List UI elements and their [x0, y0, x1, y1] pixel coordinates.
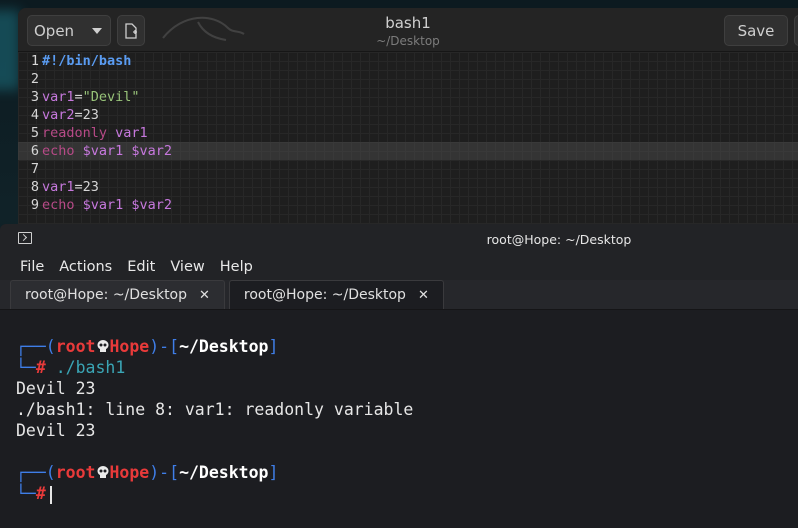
terminal-output[interactable]: ┌──(root Hope)-[~/Desktop] └─# ./bash1 De…: [0, 310, 798, 504]
menu-file[interactable]: File: [20, 254, 44, 280]
line-number: 5: [30, 125, 39, 141]
code-token: "Devil": [82, 89, 140, 105]
tab-terminal-1[interactable]: root@Hope: ~/Desktop ✕: [10, 280, 225, 309]
prompt-line: ┌──(root Hope)-[~/Desktop]: [16, 463, 279, 482]
prompt-user: root: [55, 463, 96, 482]
code-line[interactable]: 1 #!/bin/bash: [18, 52, 798, 70]
menu-help[interactable]: Help: [220, 254, 253, 280]
text-editor-window: Open bash1 ~/Desktop Save 1 #!/bin/bash 2 3…: [18, 8, 798, 230]
line-number: 3: [30, 89, 39, 105]
prompt-user: root: [55, 337, 96, 356]
command-line: └─# ./bash1: [16, 358, 126, 377]
terminal-window: root@Hope: ~/Desktop File Actions Edit V…: [0, 224, 798, 528]
line-number: 8: [30, 179, 39, 195]
hamburger-menu-button[interactable]: [794, 15, 798, 46]
menu-edit[interactable]: Edit: [127, 254, 155, 280]
code-token: var1: [42, 179, 75, 195]
code-line[interactable]: 7: [18, 160, 798, 178]
tab-label: root@Hope: ~/Desktop: [25, 287, 188, 303]
editor-header-bar: Open bash1 ~/Desktop Save: [18, 8, 798, 52]
prompt-path: ~/Desktop: [179, 463, 269, 482]
terminal-title: root@Hope: ~/Desktop: [486, 232, 632, 247]
output-line: Devil 23: [16, 421, 96, 440]
code-token: var2: [42, 107, 75, 123]
prompt-host: Hope: [109, 337, 150, 356]
prompt-host: Hope: [109, 463, 150, 482]
tab-label: root@Hope: ~/Desktop: [243, 287, 406, 303]
save-button[interactable]: Save: [724, 15, 788, 46]
close-icon[interactable]: ✕: [199, 288, 210, 303]
code-token: $var1 $var2: [82, 143, 173, 159]
line-number: 4: [30, 107, 39, 123]
code-line[interactable]: 2: [18, 70, 798, 88]
code-line[interactable]: 6 echo $var1 $var2: [18, 142, 798, 160]
terminal-menubar: File Actions Edit View Help: [0, 254, 798, 280]
command-text: ./bash1: [55, 358, 126, 377]
code-line[interactable]: 5 readonly var1: [18, 124, 798, 142]
code-token: =23: [74, 107, 99, 123]
code-token: echo: [42, 143, 83, 159]
code-area[interactable]: 1 #!/bin/bash 2 3 var1="Devil" 4 var2=23 5 reado…: [18, 52, 798, 230]
text-cursor: [49, 485, 52, 504]
prompt-symbol: #: [35, 358, 46, 377]
output-line: Devil 23: [16, 379, 96, 398]
menu-actions[interactable]: Actions: [59, 254, 112, 280]
desktop-glow: [0, 10, 20, 90]
terminal-tab-bar: root@Hope: ~/Desktop ✕ root@Hope: ~/Desk…: [0, 280, 798, 310]
code-token: =23: [74, 179, 99, 195]
line-number: 9: [30, 197, 39, 213]
close-icon[interactable]: ✕: [418, 288, 429, 303]
line-number: 2: [30, 71, 39, 87]
skull-icon: [97, 466, 108, 478]
output-line: ./bash1: line 8: var1: readonly variable: [16, 400, 414, 419]
code-token: echo: [42, 197, 83, 213]
line-number: 6: [30, 143, 39, 159]
code-line[interactable]: 9 echo $var1 $var2: [18, 196, 798, 214]
skull-icon: [97, 340, 108, 352]
code-token: var1: [42, 89, 75, 105]
editor-title: bash1: [385, 14, 431, 32]
code-token: #!/bin/bash: [42, 53, 132, 69]
input-line[interactable]: └─#: [16, 483, 798, 504]
editor-subtitle: ~/Desktop: [376, 34, 440, 48]
code-line[interactable]: 4 var2=23: [18, 106, 798, 124]
code-line[interactable]: 3 var1="Devil": [18, 88, 798, 106]
code-line[interactable]: 8 var1=23: [18, 178, 798, 196]
code-token: var1: [115, 125, 148, 141]
line-number: 7: [30, 161, 39, 177]
prompt-symbol: #: [35, 484, 46, 503]
menu-view[interactable]: View: [170, 254, 204, 280]
terminal-title-bar: root@Hope: ~/Desktop: [0, 224, 798, 254]
tab-terminal-2[interactable]: root@Hope: ~/Desktop ✕: [228, 280, 444, 309]
prompt-path: ~/Desktop: [179, 337, 269, 356]
prompt-line: ┌──(root Hope)-[~/Desktop]: [16, 337, 279, 356]
line-number: 1: [30, 53, 39, 69]
code-token: readonly: [42, 125, 116, 141]
code-token: $var1 $var2: [82, 197, 173, 213]
code-token: =: [74, 89, 83, 105]
